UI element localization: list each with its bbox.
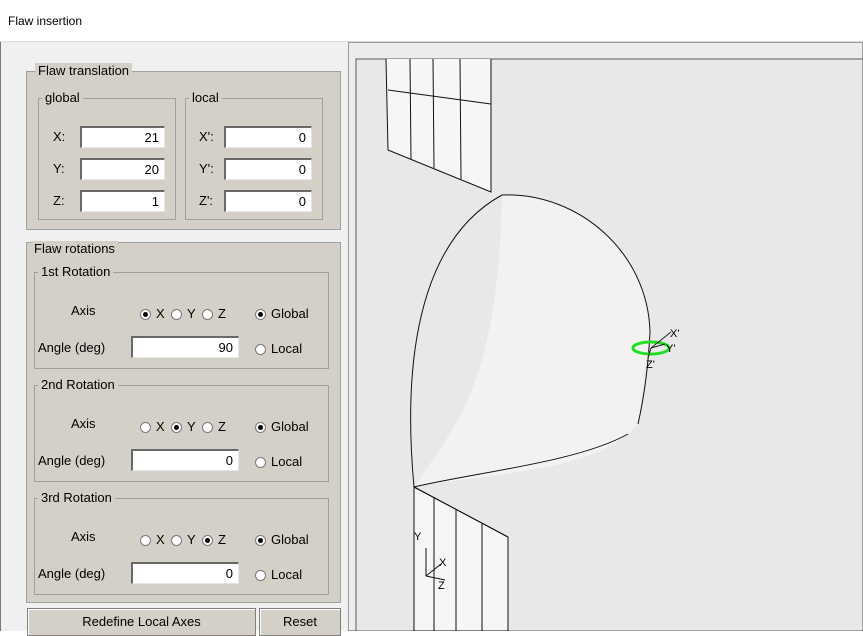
rotation-1-axis-z-radio[interactable]: Z — [202, 306, 226, 322]
rotation-2-group: 2nd Rotation Axis Angle (deg) 0 X Y Z Gl… — [34, 377, 329, 482]
control-panel: Flaw translation global X: Y: Z: 21 20 1… — [1, 42, 348, 636]
rotation-1-angle-field[interactable]: 90 — [131, 336, 239, 358]
rotation-2-title: 2nd Rotation — [38, 377, 118, 393]
reset-button[interactable]: Reset — [259, 608, 341, 636]
radio-circle — [140, 308, 151, 320]
radio-label: Global — [271, 532, 309, 547]
flaw-translation-title: Flaw translation — [35, 63, 133, 79]
window-title: Flaw insertion — [8, 14, 83, 28]
global-y-label: Y: — [53, 161, 65, 176]
global-z-label: Z: — [53, 193, 65, 208]
radio-circle — [255, 534, 266, 546]
flaw-axis-y-label: Y' — [666, 343, 675, 355]
rotation-3-angle-field[interactable]: 0 — [131, 562, 239, 584]
local-y-field[interactable]: 0 — [224, 158, 312, 180]
global-x-label: X: — [53, 129, 66, 144]
rotation-1-axis-y-radio[interactable]: Y — [171, 306, 196, 322]
flaw-rotations-group: Flaw rotations 1st Rotation Axis Angle (… — [26, 241, 341, 603]
radio-circle — [140, 421, 151, 433]
flaw-axis-z-label: Z' — [646, 359, 655, 371]
radio-circle — [255, 569, 266, 581]
rotation-2-axis-x-radio[interactable]: X — [140, 419, 165, 435]
radio-circle — [255, 421, 266, 433]
flaw-rotations-title: Flaw rotations — [31, 241, 118, 257]
radio-label: X — [156, 532, 165, 547]
flaw-axis-x-label: X' — [670, 328, 679, 340]
local-group: local X': Y': Z': 0 0 0 — [185, 90, 323, 220]
redefine-local-axes-button[interactable]: Redefine Local Axes — [27, 608, 256, 636]
radio-circle — [255, 308, 266, 320]
radio-circle — [202, 308, 213, 320]
rotation-1-angle-label: Angle (deg) — [38, 340, 106, 355]
rotation-3-axis-y-radio[interactable]: Y — [171, 532, 196, 548]
title-bar: Flaw insertion — [0, 0, 863, 42]
radio-circle — [171, 421, 182, 433]
rotation-3-axis-x-radio[interactable]: X — [140, 532, 165, 548]
radio-label: Z — [218, 532, 226, 547]
radio-label: X — [156, 306, 165, 321]
radio-label: Local — [271, 341, 303, 356]
rotation-2-local-radio[interactable]: Local — [255, 454, 302, 470]
triad-z-label: Z — [438, 580, 445, 592]
radio-label: X — [156, 419, 165, 434]
local-title: local — [189, 90, 222, 106]
rotation-2-global-radio[interactable]: Global — [255, 419, 309, 435]
radio-label: Local — [271, 567, 303, 582]
rotation-2-axis-label: Axis — [71, 416, 96, 431]
radio-circle — [255, 343, 266, 355]
global-title: global — [42, 90, 83, 106]
radio-circle — [140, 534, 151, 546]
local-z-field[interactable]: 0 — [224, 190, 312, 212]
rotation-3-axis-label: Axis — [71, 529, 96, 544]
global-x-field[interactable]: 21 — [80, 126, 165, 148]
3d-viewport[interactable]: X' Y' Z' Y X Z — [348, 42, 863, 631]
rotation-1-group: 1st Rotation Axis Angle (deg) 90 X Y Z G… — [34, 264, 329, 369]
rotation-2-axis-z-radio[interactable]: Z — [202, 419, 226, 435]
rotation-3-axis-z-radio[interactable]: Z — [202, 532, 226, 548]
global-group: global X: Y: Z: 21 20 1 — [38, 90, 176, 220]
triad-y-label: Y — [414, 531, 422, 543]
local-z-label: Z': — [199, 193, 214, 208]
local-x-label: X': — [199, 129, 214, 144]
global-y-field[interactable]: 20 — [80, 158, 165, 180]
radio-label: Z — [218, 306, 226, 321]
global-z-field[interactable]: 1 — [80, 190, 165, 212]
radio-circle — [171, 308, 182, 320]
rotation-1-local-radio[interactable]: Local — [255, 341, 302, 357]
rotation-2-axis-y-radio[interactable]: Y — [171, 419, 196, 435]
radio-label: Global — [271, 419, 309, 434]
rotation-1-global-radio[interactable]: Global — [255, 306, 309, 322]
rotation-3-local-radio[interactable]: Local — [255, 567, 302, 583]
rotation-2-angle-field[interactable]: 0 — [131, 449, 239, 471]
radio-label: Z — [218, 419, 226, 434]
rotation-3-global-radio[interactable]: Global — [255, 532, 309, 548]
radio-circle — [255, 456, 266, 468]
radio-label: Y — [187, 419, 196, 434]
rotation-1-title: 1st Rotation — [38, 264, 114, 280]
local-y-label: Y': — [199, 161, 214, 176]
triad-x-label: X — [439, 557, 447, 569]
radio-label: Y — [187, 306, 196, 321]
radio-circle — [171, 534, 182, 546]
radio-label: Local — [271, 454, 303, 469]
rotation-1-axis-label: Axis — [71, 303, 96, 318]
radio-label: Y — [187, 532, 196, 547]
radio-circle — [202, 421, 213, 433]
rotation-3-group: 3rd Rotation Axis Angle (deg) 0 X Y Z Gl… — [34, 490, 329, 595]
flaw-translation-group: Flaw translation global X: Y: Z: 21 20 1… — [26, 63, 341, 230]
rotation-2-angle-label: Angle (deg) — [38, 453, 106, 468]
rotation-3-title: 3rd Rotation — [38, 490, 115, 506]
rotation-3-angle-label: Angle (deg) — [38, 566, 106, 581]
rotation-1-axis-x-radio[interactable]: X — [140, 306, 165, 322]
radio-label: Global — [271, 306, 309, 321]
viewport-frame: X' Y' Z' Y X Z — [348, 42, 863, 631]
local-x-field[interactable]: 0 — [224, 126, 312, 148]
radio-circle — [202, 534, 213, 546]
